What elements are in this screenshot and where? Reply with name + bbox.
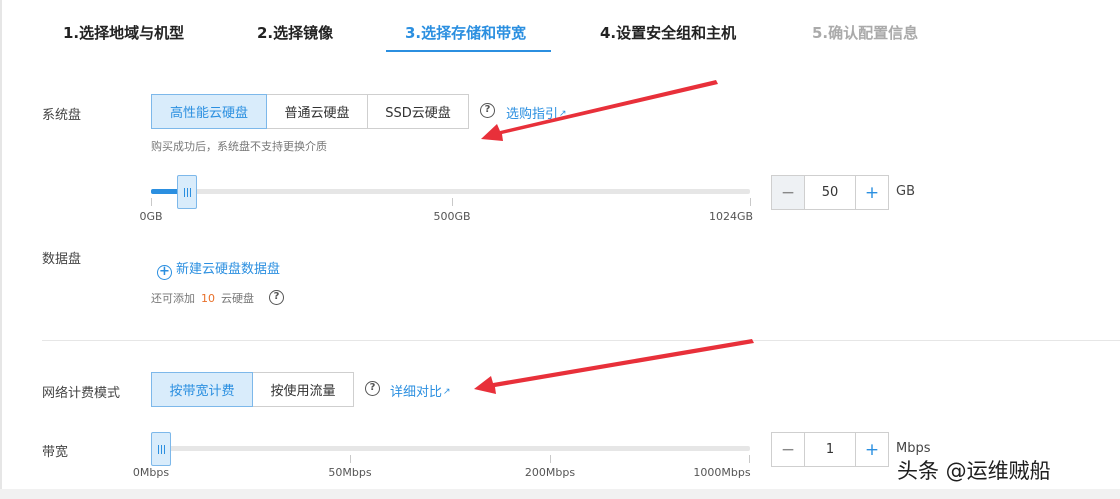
- system-disk-slider-handle[interactable]: [177, 175, 197, 209]
- section-divider: [42, 340, 1120, 341]
- system-disk-max-label: 1024GB: [708, 210, 754, 223]
- bottom-band: [0, 489, 1120, 499]
- slider-tick: [550, 455, 551, 463]
- system-disk-size-stepper: − 50 +: [771, 175, 889, 210]
- bandwidth-tick-label: 1000Mbps: [693, 466, 751, 479]
- purchase-guide-link[interactable]: 选购指引↗: [506, 103, 567, 122]
- grip-icon: [157, 444, 165, 454]
- external-link-icon: ↗: [559, 109, 567, 119]
- system-disk-slider-track[interactable]: [151, 189, 750, 194]
- remaining-prefix: 还可添加: [151, 292, 195, 305]
- bandwidth-unit: Mbps: [896, 441, 931, 456]
- watermark: 头条 @运维贼船: [897, 459, 1051, 483]
- active-step-underline: [386, 50, 551, 52]
- step-2-image[interactable]: 2.选择镜像: [257, 22, 333, 43]
- remaining-count: 10: [201, 292, 215, 305]
- new-data-disk-link[interactable]: + 新建云硬盘数据盘: [157, 258, 280, 280]
- bandwidth-increase-button[interactable]: +: [855, 432, 889, 467]
- question-circle-icon[interactable]: ?: [480, 103, 495, 118]
- step-tabs: 1.选择地域与机型 2.选择镜像 3.选择存储和带宽 4.设置安全组和主机 5.…: [0, 0, 1120, 56]
- bandwidth-tick-label: 0Mbps: [132, 466, 170, 479]
- billing-by-traffic-button[interactable]: 按使用流量: [252, 372, 354, 407]
- system-disk-note: 购买成功后，系统盘不支持更换介质: [151, 140, 327, 153]
- slider-tick: [350, 455, 351, 463]
- bandwidth-input[interactable]: 1: [805, 432, 855, 467]
- left-border: [0, 0, 2, 499]
- external-link-icon: ↗: [443, 387, 451, 397]
- purchase-guide-label: 选购指引: [506, 107, 559, 122]
- step-5-confirm: 5.确认配置信息: [812, 24, 919, 42]
- slider-tick: [151, 198, 152, 206]
- system-disk-mid-label: 500GB: [433, 210, 471, 223]
- plus-circle-icon: +: [157, 265, 172, 280]
- system-disk-unit: GB: [896, 184, 915, 199]
- system-disk-increase-button[interactable]: +: [855, 175, 889, 210]
- annotation-arrows: [474, 80, 754, 394]
- step-1-region-instance[interactable]: 1.选择地域与机型: [63, 22, 184, 43]
- data-disk-remaining: 还可添加 10 云硬盘: [151, 290, 254, 306]
- data-disk-label: 数据盘: [42, 252, 82, 267]
- network-billing-selector: 按带宽计费 按使用流量: [151, 372, 354, 407]
- slider-tick: [750, 198, 751, 206]
- detailed-comparison-label: 详细对比: [390, 385, 443, 400]
- bandwidth-label: 带宽: [42, 445, 69, 460]
- detailed-comparison-link[interactable]: 详细对比↗: [390, 381, 451, 400]
- remaining-suffix: 云硬盘: [221, 292, 254, 305]
- bandwidth-decrease-button[interactable]: −: [771, 432, 805, 467]
- question-circle-icon[interactable]: ?: [365, 381, 380, 396]
- slider-tick: [749, 455, 750, 463]
- network-billing-label: 网络计费模式: [42, 386, 121, 401]
- step-3-storage-bandwidth[interactable]: 3.选择存储和带宽: [405, 22, 526, 43]
- disk-type-ssd-button[interactable]: SSD云硬盘: [367, 94, 469, 129]
- bandwidth-slider-track[interactable]: [151, 446, 750, 451]
- grip-icon: [183, 187, 191, 197]
- disk-type-basic-button[interactable]: 普通云硬盘: [266, 94, 368, 129]
- system-disk-min-label: 0GB: [139, 210, 163, 223]
- disk-type-premium-button[interactable]: 高性能云硬盘: [151, 94, 267, 129]
- system-disk-size-input[interactable]: 50: [805, 175, 855, 210]
- bandwidth-tick-label: 200Mbps: [524, 466, 576, 479]
- question-circle-icon[interactable]: ?: [269, 290, 284, 305]
- system-disk-label: 系统盘: [42, 108, 82, 123]
- step-4-security-host[interactable]: 4.设置安全组和主机: [600, 22, 736, 43]
- bandwidth-stepper: − 1 +: [771, 432, 889, 467]
- red-arrow-icon: [474, 339, 754, 394]
- new-data-disk-label: 新建云硬盘数据盘: [176, 262, 281, 277]
- billing-by-bandwidth-button[interactable]: 按带宽计费: [151, 372, 253, 407]
- bandwidth-slider-handle[interactable]: [151, 432, 171, 466]
- slider-tick: [452, 198, 453, 206]
- system-disk-decrease-button[interactable]: −: [771, 175, 805, 210]
- system-disk-type-selector: 高性能云硬盘 普通云硬盘 SSD云硬盘: [151, 94, 469, 129]
- bandwidth-tick-label: 50Mbps: [328, 466, 372, 479]
